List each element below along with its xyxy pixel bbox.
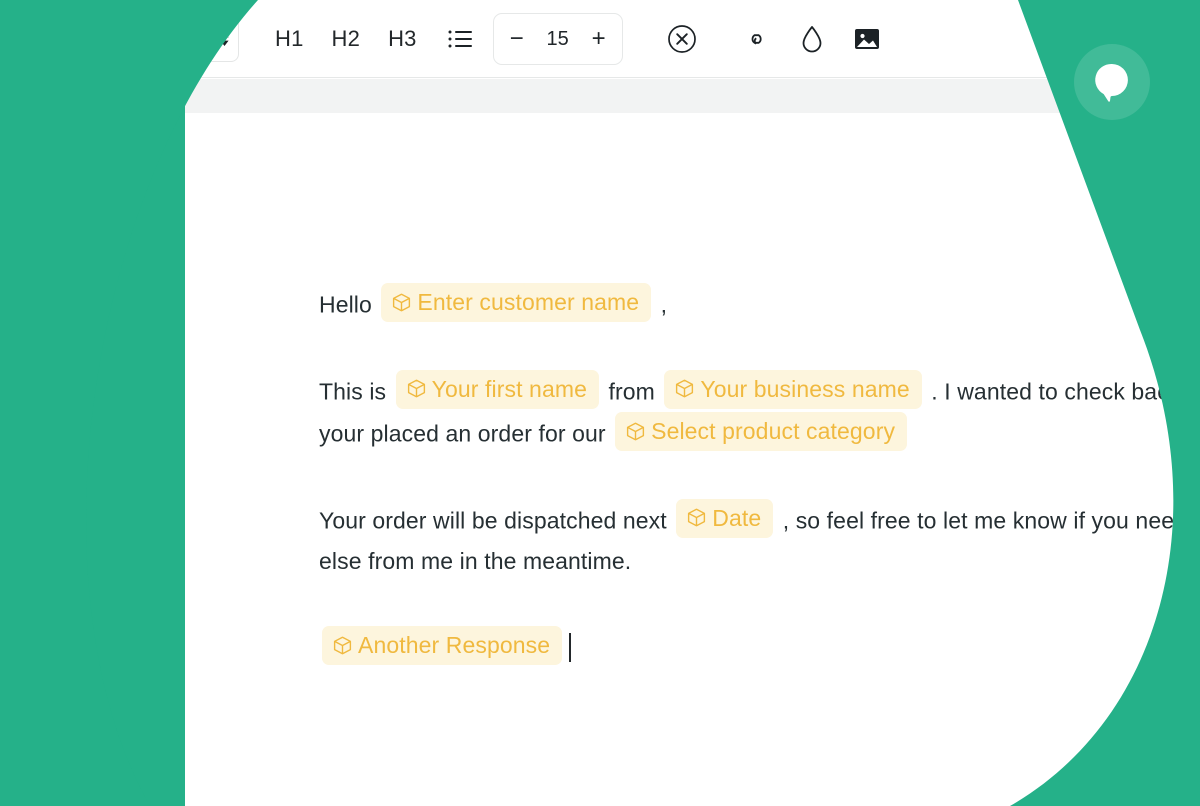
toolbar-gutter xyxy=(185,79,1200,113)
merge-token[interactable]: Select product category xyxy=(615,412,908,451)
cube-icon xyxy=(407,379,425,398)
merge-token[interactable]: Your business name xyxy=(664,369,922,409)
font-size-increase-button[interactable]: + xyxy=(592,26,606,51)
paragraph-text: This is xyxy=(319,378,393,404)
heading-3-button[interactable]: H3 xyxy=(386,22,419,56)
paragraph-text: from xyxy=(602,378,662,404)
chat-launcher-button[interactable] xyxy=(1074,44,1150,120)
text-cursor xyxy=(569,632,572,662)
circle-x-icon[interactable] xyxy=(667,24,697,54)
editor-toolbar: H1 H2 H3 − 15 + xyxy=(167,0,1200,78)
cube-icon xyxy=(688,508,706,527)
chat-bubble-icon xyxy=(1095,63,1128,102)
paragraph-another[interactable]: Another Response xyxy=(319,626,1200,669)
app-window: H1 H2 H3 − 15 + Hello Enter customer nam… xyxy=(167,0,1200,806)
text-style-select[interactable] xyxy=(167,15,239,62)
document-page[interactable]: Hello Enter customer name , This is Your … xyxy=(185,113,1200,806)
merge-token-label: Another Response xyxy=(358,632,551,658)
paragraph-text: Hello xyxy=(319,291,379,318)
merge-token-label: Date xyxy=(712,504,762,531)
cube-icon xyxy=(676,379,694,398)
merge-token-label: Your first name xyxy=(431,375,587,402)
cube-icon xyxy=(393,293,411,311)
merge-token-label: Your business name xyxy=(700,375,910,402)
screen: H1 H2 H3 − 15 + Hello Enter customer nam… xyxy=(0,0,1200,806)
image-icon[interactable] xyxy=(853,25,881,53)
droplet-icon[interactable] xyxy=(799,24,825,54)
cube-icon xyxy=(333,636,352,654)
heading-2-button[interactable]: H2 xyxy=(330,22,363,56)
font-size-decrease-button[interactable]: − xyxy=(510,26,524,51)
merge-token[interactable]: Date xyxy=(676,498,774,538)
paragraph-text: Your order will be dispatched next xyxy=(319,507,674,533)
merge-token-label: Select product category xyxy=(651,418,896,444)
merge-token[interactable]: Another Response xyxy=(322,626,563,665)
link-icon[interactable] xyxy=(743,25,771,53)
merge-token-label: Enter customer name xyxy=(417,289,640,315)
paragraph-intro[interactable]: This is Your first name from Your busine… xyxy=(319,369,1200,455)
updown-caret-icon xyxy=(220,31,229,46)
merge-token[interactable]: Your first name xyxy=(395,369,599,409)
paragraph-dispatch[interactable]: Your order will be dispatched next Date … xyxy=(319,498,1200,583)
paragraph-text: , xyxy=(654,291,668,318)
heading-1-button[interactable]: H1 xyxy=(273,22,306,56)
cube-icon xyxy=(627,422,645,440)
font-size-stepper: − 15 + xyxy=(492,12,623,65)
font-size-value[interactable]: 15 xyxy=(546,29,568,49)
bullet-list-icon[interactable] xyxy=(447,26,473,52)
paragraph-greeting[interactable]: Hello Enter customer name , xyxy=(319,283,1200,326)
merge-token[interactable]: Enter customer name xyxy=(381,283,652,322)
document-body[interactable]: Hello Enter customer name , This is Your … xyxy=(319,283,1200,669)
